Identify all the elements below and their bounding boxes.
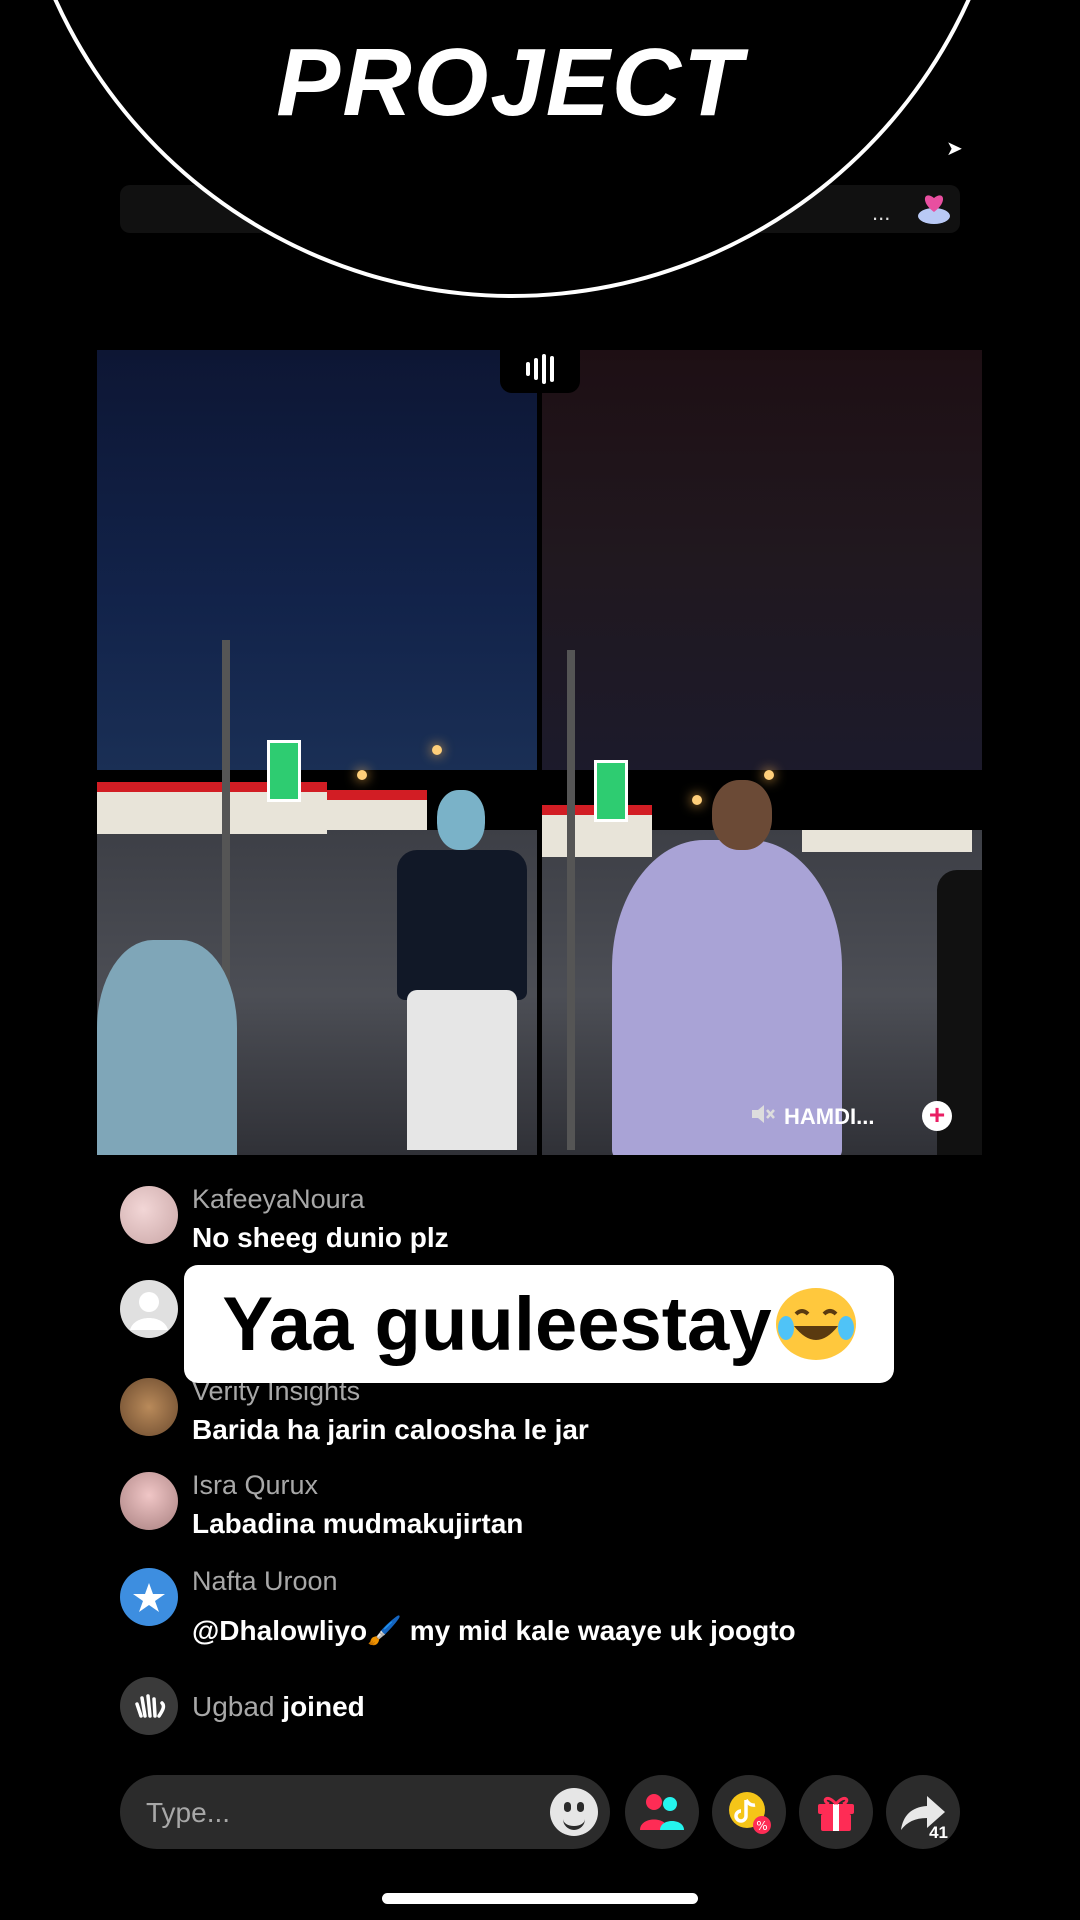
gift-button[interactable] bbox=[799, 1775, 873, 1849]
comment-text: No sheeg dunio plz bbox=[192, 1222, 449, 1253]
street-light bbox=[764, 770, 774, 780]
comment-username[interactable]: KafeeyaNoura bbox=[192, 1184, 365, 1215]
avatar[interactable] bbox=[120, 1280, 178, 1338]
avatar[interactable] bbox=[120, 1378, 178, 1436]
avatar[interactable] bbox=[120, 1568, 178, 1626]
video-panel-host[interactable] bbox=[97, 350, 537, 1155]
close-arrow-icon[interactable]: ➤ bbox=[946, 136, 963, 161]
joined-text: Ugbad joined bbox=[192, 1691, 365, 1723]
video-pole bbox=[567, 650, 575, 1150]
person-figure bbox=[97, 940, 237, 1155]
video-panel-guest[interactable] bbox=[542, 350, 982, 1155]
gift-icon bbox=[818, 1796, 854, 1831]
person-figure bbox=[387, 790, 527, 1150]
joined-label: joined bbox=[282, 1691, 365, 1722]
avatar[interactable] bbox=[120, 1186, 178, 1244]
comment-text: Labadina mudmakujirtan bbox=[192, 1508, 524, 1539]
home-indicator[interactable] bbox=[382, 1893, 698, 1904]
caption-overlay: Yaa guuleestay bbox=[184, 1265, 894, 1383]
guest-name: HAMDI... bbox=[784, 1104, 875, 1129]
promo-button[interactable]: % bbox=[712, 1775, 786, 1849]
audio-bars-icon[interactable] bbox=[500, 345, 580, 393]
video-sky bbox=[97, 350, 537, 770]
wave-hand-icon bbox=[120, 1677, 178, 1735]
comment-text: Barida ha jarin caloosha le jar bbox=[192, 1414, 589, 1445]
comment-input[interactable]: Type... bbox=[120, 1775, 610, 1849]
logo-text: PROJECT bbox=[276, 29, 744, 136]
comment-text: @Dhalowliyo🖌️ my mid kale waaye uk joogt… bbox=[192, 1615, 796, 1646]
guests-button[interactable] bbox=[625, 1775, 699, 1849]
tears-of-joy-emoji-icon bbox=[775, 1288, 856, 1360]
comment-username[interactable]: Isra Qurux bbox=[192, 1470, 318, 1501]
video-sky bbox=[542, 350, 982, 770]
add-guest-plus-button[interactable]: + bbox=[922, 1101, 952, 1131]
heart-cloud-icon[interactable] bbox=[914, 186, 954, 231]
comment-input-placeholder: Type... bbox=[146, 1797, 231, 1828]
avatar[interactable] bbox=[120, 1472, 178, 1530]
guest-name-label[interactable]: HAMDI... bbox=[750, 1097, 874, 1137]
comment-username[interactable]: Nafta Uroon bbox=[192, 1566, 338, 1597]
svg-text:%: % bbox=[756, 1819, 767, 1833]
street-light bbox=[432, 745, 442, 755]
street-light bbox=[357, 770, 367, 780]
caption-text: Yaa guuleestay bbox=[222, 1281, 772, 1367]
share-button[interactable]: 41 bbox=[886, 1775, 960, 1849]
joined-username[interactable]: Ugbad bbox=[192, 1691, 275, 1722]
more-options-button[interactable]: ... bbox=[872, 200, 890, 226]
guests-icon bbox=[640, 1794, 684, 1830]
mute-icon bbox=[750, 1102, 776, 1132]
share-count: 41 bbox=[929, 1823, 948, 1842]
emoji-icon[interactable] bbox=[550, 1788, 598, 1836]
video-sign bbox=[267, 740, 301, 802]
promo-coin-icon: % bbox=[729, 1792, 771, 1834]
